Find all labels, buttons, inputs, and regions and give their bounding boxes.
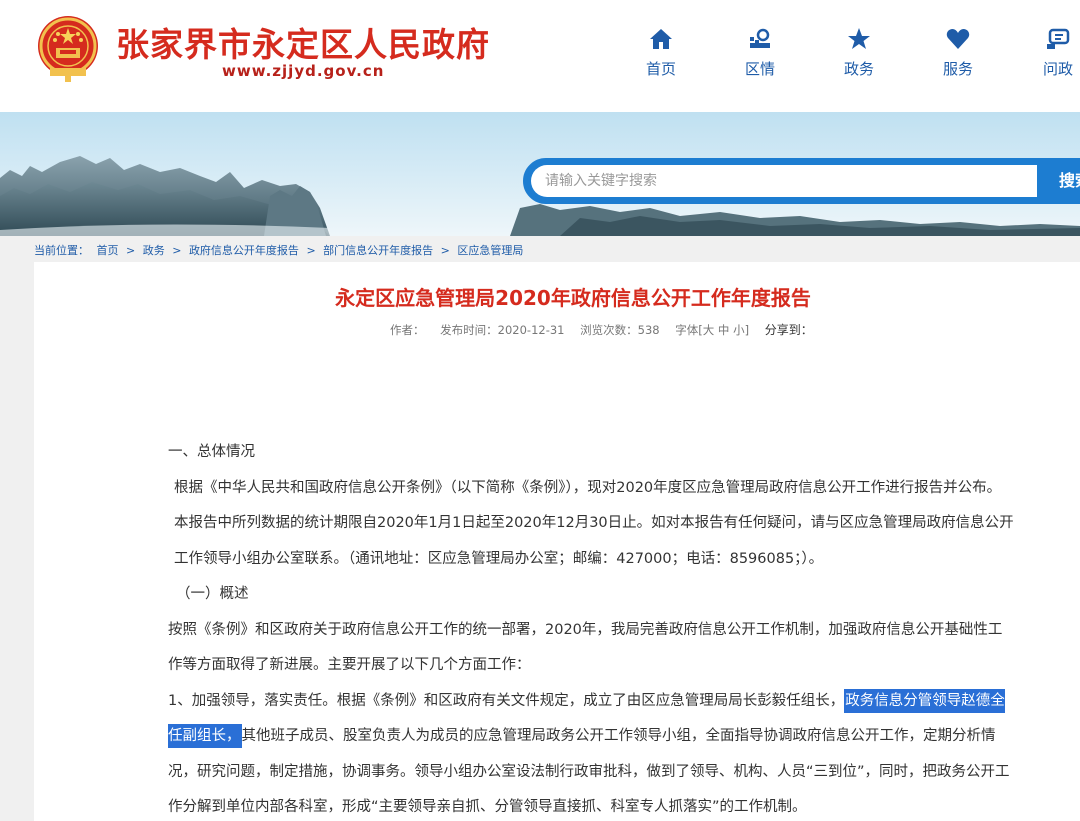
heart-icon: [946, 29, 970, 49]
breadcrumb-affairs[interactable]: 政务: [143, 244, 165, 257]
nav-label-home: 首页: [645, 60, 676, 78]
section-heading: 一、总体情况: [168, 444, 255, 460]
breadcrumb: 当前位置： 首页 > 政务 > 政府信息公开年度报告 > 部门信息公开年度报告 …: [34, 242, 527, 258]
search-input[interactable]: [531, 165, 1037, 197]
nav-item-district[interactable]: 区情: [725, 28, 795, 79]
meta-views: 浏览次数：538: [580, 323, 660, 337]
font-size-toggle[interactable]: 字体[大 中 小]: [675, 323, 749, 337]
banner: 搜索: [0, 112, 1080, 236]
search-button[interactable]: 搜索: [1047, 165, 1080, 197]
nav-item-affairs[interactable]: 政务: [824, 28, 894, 79]
meta-date: 发布时间：2020-12-31: [440, 323, 565, 337]
article-title: 永定区应急管理局2020年政府信息公开工作年度报告: [335, 286, 811, 310]
nav-label-district: 区情: [744, 60, 775, 78]
star-icon: [848, 28, 870, 49]
paragraph-text: 1、加强领导，落实责任。根据《条例》和区政府有关文件规定，成立了由区应急管理局局…: [168, 692, 845, 709]
breadcrumb-department-report[interactable]: 部门信息公开年度报告: [323, 244, 433, 257]
breadcrumb-separator: >: [306, 244, 316, 257]
breadcrumb-emergency-bureau[interactable]: 区应急管理局: [457, 244, 523, 257]
paragraph: 按照《条例》和区政府关于政府信息公开工作的统一部署，2020年，我局完善政府信息…: [168, 621, 1003, 674]
article-body: 一、总体情况 根据《中华人民共和国政府信息公开条例》（以下简称《条例》），现对2…: [128, 435, 1014, 821]
nav-item-service[interactable]: 服务: [923, 28, 993, 79]
breadcrumb-separator: >: [440, 244, 450, 257]
breadcrumb-separator: >: [172, 244, 182, 257]
breadcrumb-separator: >: [126, 244, 136, 257]
nav-label-service: 服务: [942, 60, 973, 78]
district-icon: [750, 28, 770, 48]
subsection-heading: （一）概述: [176, 586, 249, 602]
search-bar: 搜索: [523, 158, 1080, 204]
paragraph: 根据《中华人民共和国政府信息公开条例》（以下简称《条例》），现对2020年度区应…: [174, 479, 1014, 567]
nav-label-affairs: 政务: [843, 60, 874, 78]
nav-item-home[interactable]: 首页: [626, 28, 696, 79]
breadcrumb-home[interactable]: 首页: [97, 244, 119, 257]
share-label[interactable]: 分享到：: [765, 323, 813, 337]
nav-item-inquiry[interactable]: 问政: [1023, 28, 1080, 79]
chat-icon: [1047, 28, 1070, 49]
main-nav: 首页 区情 政务 服务 问政: [0, 28, 1080, 88]
paragraph-with-highlight: 1、加强领导，落实责任。根据《条例》和区政府有关文件规定，成立了由区应急管理局局…: [128, 684, 1014, 821]
breadcrumb-prefix: 当前位置：: [34, 244, 89, 257]
nav-label-inquiry: 问政: [1042, 60, 1073, 78]
paragraph-text: 其他班子成员、股室负责人为成员的应急管理局政务公开工作领导小组，全面指导协调政府…: [168, 728, 1010, 815]
meta-author: 作者：: [390, 323, 425, 337]
home-icon: [650, 29, 672, 49]
article-meta: 作者： 发布时间：2020-12-31 浏览次数：538 字体[大 中 小] 分…: [390, 321, 825, 338]
site-header: 张家界市永定区人民政府 www.zjjyd.gov.cn 首页 区情 政务 服务…: [0, 0, 1080, 112]
breadcrumb-annual-report[interactable]: 政府信息公开年度报告: [189, 244, 299, 257]
